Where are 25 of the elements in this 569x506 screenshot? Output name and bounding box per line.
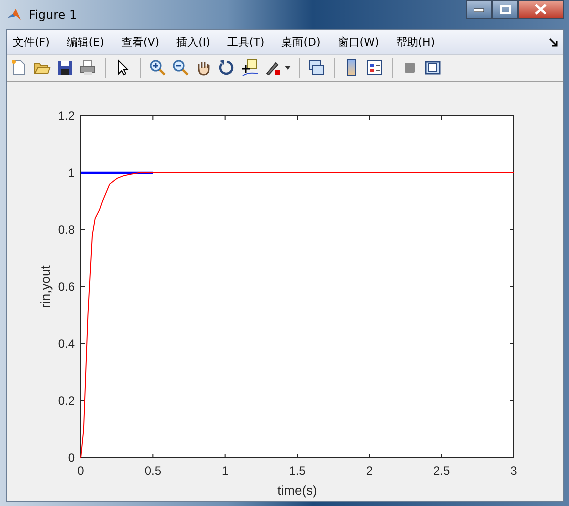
x-tick-label: 3 [510,464,518,478]
menu-item[interactable]: 窗口(W) [338,34,380,50]
y-tick-label: 0.8 [58,223,75,237]
y-axis-label: rin,yout [38,266,53,308]
menu-item[interactable]: 桌面(D) [282,34,321,50]
y-tick-label: 1.2 [58,109,75,123]
x-tick-label: 2.5 [434,464,450,478]
x-tick-label: 1.5 [289,464,306,478]
menu-item[interactable]: 帮助(H) [396,34,436,50]
x-tick-label: 0.5 [144,464,162,478]
x-tick-label: 1 [222,464,229,478]
menu-item[interactable]: 文件(F) [13,34,50,50]
y-tick-label: 0.2 [58,394,75,408]
menu-item[interactable]: 编辑(E) [66,34,104,50]
x-axis-label: time(s) [278,483,318,498]
x-tick-label: 2 [366,464,373,478]
x-tick-label: 0 [78,464,84,478]
menu-item[interactable]: 查看(V) [121,34,160,50]
y-tick-label: 0.4 [58,337,75,351]
menu-item[interactable]: 工具(T) [227,34,265,50]
y-tick-label: 0.6 [58,280,75,294]
menu-item[interactable]: 插入(I) [176,34,210,50]
y-tick-label: 0 [68,451,75,465]
y-tick-label: 1 [68,166,75,180]
window-title: Figure 1 [29,8,78,22]
